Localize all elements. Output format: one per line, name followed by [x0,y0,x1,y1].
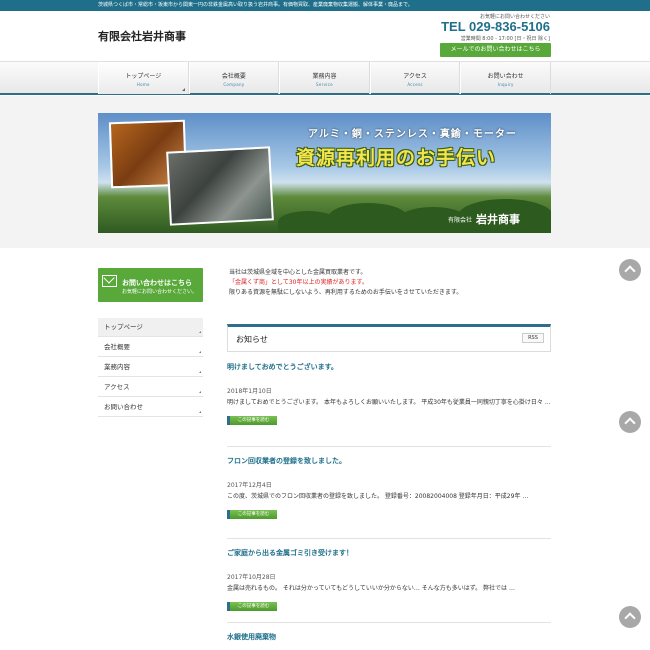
hero-company-type: 有限会社 [448,217,473,224]
post-title[interactable]: 明けましておめでとうございます。 [227,362,551,372]
sidebar-item-service[interactable]: 業務内容 [98,357,203,377]
sidebar-item-home[interactable]: トップページ [98,318,203,337]
sidebar-item-company[interactable]: 会社概要 [98,337,203,357]
nav-sublabel: Company [223,82,245,87]
nav-label: お問い合わせ [487,73,524,80]
nav-company[interactable]: 会社概要 Company [188,62,280,94]
hero-subtitle: アルミ・銅・ステンレス・真鍮・モーター [308,129,517,140]
news-post: フロン回収業者の登録を致しました。 2017年12月4日 この度、茨城県でのフロ… [227,456,551,519]
post-title[interactable]: フロン回収業者の登録を致しました。 [227,456,551,466]
post-date: 2018年1月10日 [227,388,272,395]
intro-line: 限りある資源を無駄にしないよう、再利用するためのお手伝いをさせていただきます。 [229,289,463,296]
post-excerpt: 明けましておめでとうございます。 本年もよろしくお願いいたします。 平成30年も… [227,399,551,406]
rss-button[interactable]: RSS [522,333,544,343]
header-contact: お気軽にお問い合わせください TEL 029-836-5106 営業時間 8:0… [430,13,550,42]
nav-home[interactable]: トップページ Home [98,62,189,94]
post-date: 2017年12月4日 [227,482,272,489]
nav-service[interactable]: 業務内容 Service [279,62,370,94]
sidebar-item-label: 業務内容 [104,363,130,371]
nav-label: トップページ [125,73,162,80]
news-header: お知らせ RSS [227,324,551,352]
divider [227,446,551,447]
intro-text: 当社は茨城県全域を中心とした金属買取業者です。 「金属くず商」として30年以上の… [229,268,551,298]
hero-banner: アルミ・銅・ステンレス・真鍮・モーター 資源再利用のお手伝い 有限会社 岩井商事 [98,113,551,233]
global-nav: トップページ Home 会社概要 Company 業務内容 Service アク… [0,61,650,95]
post-excerpt: この度、茨城県でのフロン回収業者の登録を致しました。 登録番号：20082004… [227,493,529,500]
nav-sublabel: Access [407,82,423,87]
sidebar-item-inquiry[interactable]: お問い合わせ [98,397,203,417]
corner-arrow-icon [181,88,185,91]
sidebar-item-label: アクセス [104,383,130,391]
nav-label: アクセス [403,73,427,80]
nav-label: 業務内容 [312,73,337,80]
post-excerpt: 金属は売れるもの。 それは分かっていてもどうしていいか分からない… そんな方も多… [227,585,515,592]
sidebar-contact-button[interactable]: お問い合わせはこちら お気軽にお問い合わせください。 [98,268,203,302]
scroll-top-icon[interactable] [619,606,641,628]
sidebar-contact-title: お問い合わせはこちら [122,279,192,287]
site-logo[interactable]: 有限会社岩井商事 [98,28,186,44]
nav-sublabel: Service [316,82,333,87]
scroll-top-icon[interactable] [619,259,641,281]
hero-title: 資源再利用のお手伝い [296,147,497,169]
mail-contact-button[interactable]: メールでのお問い合わせはこちら [440,43,551,57]
phone-number[interactable]: TEL 029-836-5106 [430,20,550,34]
divider [227,622,551,623]
divider [227,538,551,539]
news-post: 明けましておめでとうございます。 2018年1月10日 明けましておめでとうござ… [227,362,551,425]
scroll-top-icon[interactable] [619,411,641,433]
nav-sublabel: Inquiry [497,82,514,87]
corner-arrow-icon [199,351,201,353]
corner-arrow-icon [199,371,201,373]
intro-highlight: 「金属くず商」として30年以上の実績があります。 [229,279,368,286]
sidebar-item-label: 会社概要 [104,343,130,351]
corner-arrow-icon [199,331,201,333]
news-heading: お知らせ [236,335,268,344]
read-more-button[interactable]: この記事を読む [227,416,277,425]
news-post: 水銀使用廃棄物 [227,632,551,642]
scrap-motors-photo [166,146,274,226]
post-title[interactable]: ご家庭から出る金属ゴミ引き受けます！ [227,548,551,558]
nav-inquiry[interactable]: お問い合わせ Inquiry [460,62,551,94]
mail-icon [102,275,117,287]
hero-company-name: 岩井商事 [476,213,520,226]
post-title[interactable]: 水銀使用廃棄物 [227,632,551,642]
tagline: 茨城県つくば市・常総市・坂東市から関東一円の非鉄金属高い取り扱う岩井商事。有価物… [98,2,413,8]
nav-label: 会社概要 [221,73,246,80]
nav-sublabel: Home [136,82,150,87]
top-bar: 茨城県つくば市・常総市・坂東市から関東一円の非鉄金属高い取り扱う岩井商事。有価物… [0,0,650,11]
read-more-button[interactable]: この記事を読む [227,602,277,611]
post-date: 2017年10月28日 [227,574,276,581]
business-hours: 営業時間 8:00 - 17:00 [日・祝日 除く] [460,36,550,42]
nav-access[interactable]: アクセス Access [369,62,461,94]
sidebar-item-label: トップページ [104,323,143,331]
intro-line: 当社は茨城県全域を中心とした金属買取業者です。 [229,269,367,276]
corner-arrow-icon [199,411,201,413]
sidebar-menu: トップページ 会社概要 業務内容 アクセス お問い合わせ [98,318,203,417]
sidebar-item-label: お問い合わせ [104,403,143,411]
tree-shape [328,203,408,233]
corner-arrow-icon [199,391,201,393]
read-more-button[interactable]: この記事を読む [227,510,277,519]
news-post: ご家庭から出る金属ゴミ引き受けます！ 2017年10月28日 金属は売れるもの。… [227,548,551,611]
sidebar-item-access[interactable]: アクセス [98,377,203,397]
sidebar-contact-sub: お気軽にお問い合わせください。 [122,289,198,295]
